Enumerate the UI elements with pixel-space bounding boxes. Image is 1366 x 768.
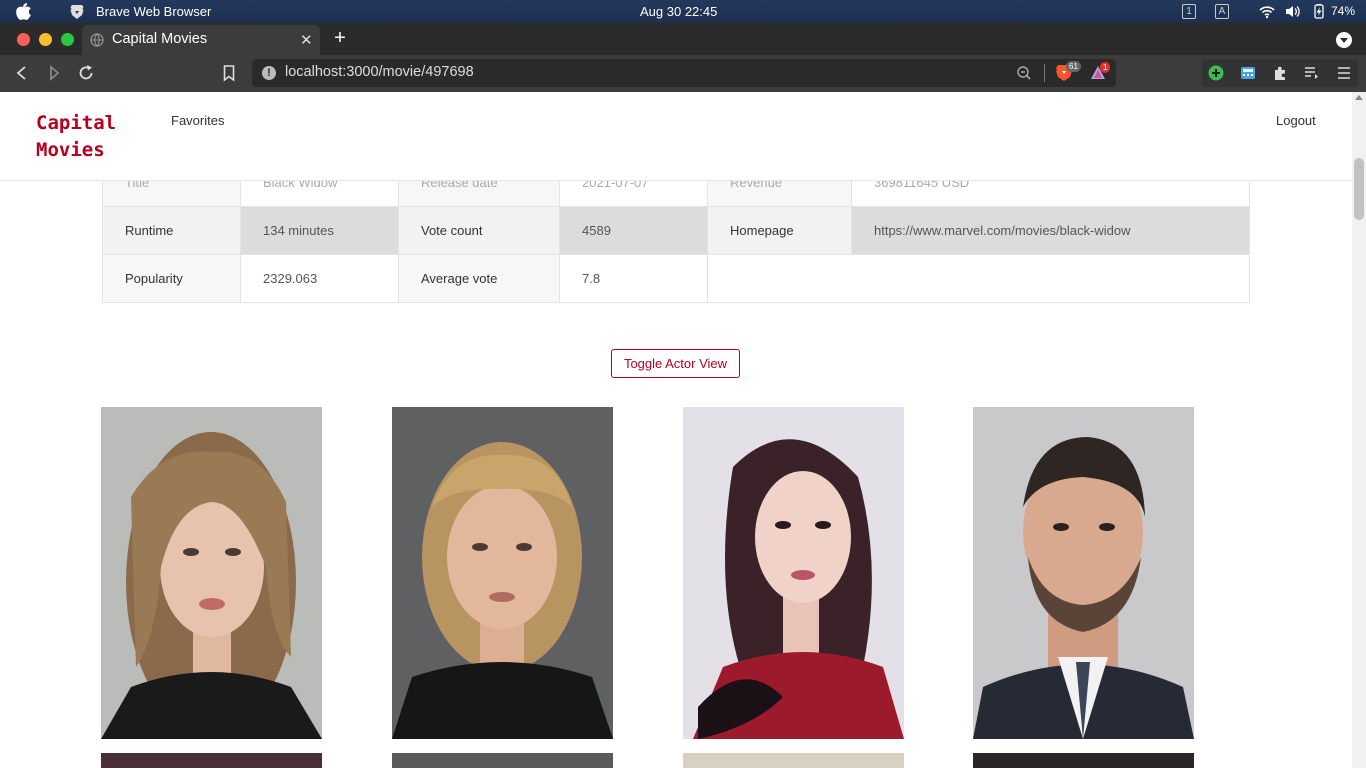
table-cell-label: Runtime bbox=[102, 206, 241, 255]
clock[interactable]: Aug 30 22:45 bbox=[640, 4, 717, 19]
actor-card-partial[interactable] bbox=[973, 753, 1194, 768]
actor-photo-icon bbox=[683, 407, 904, 739]
minimize-window-button[interactable] bbox=[39, 33, 52, 46]
os-menubar: Brave Web Browser Aug 30 22:45 1 A 74% bbox=[0, 0, 1366, 23]
homepage-link[interactable]: https://www.marvel.com/movies/black-wido… bbox=[851, 206, 1250, 255]
extensions-puzzle-icon[interactable] bbox=[1272, 65, 1288, 81]
brave-lion-icon bbox=[70, 5, 84, 19]
toggle-actor-view-button[interactable]: Toggle Actor View bbox=[611, 349, 740, 378]
battery-percent[interactable]: 74% bbox=[1331, 4, 1355, 18]
table-cell-value: 134 minutes bbox=[240, 206, 399, 255]
brand-line-2: Movies bbox=[36, 139, 105, 161]
forward-arrow-icon[interactable] bbox=[44, 63, 64, 83]
wifi-icon[interactable] bbox=[1259, 4, 1275, 19]
address-bar[interactable]: ! localhost:3000/movie/497698 61 1 bbox=[252, 59, 1116, 87]
bookmark-icon[interactable] bbox=[219, 63, 239, 83]
site-navbar: Capital Movies Favorites Logout bbox=[0, 92, 1352, 181]
tab-capital-movies[interactable]: Capital Movies ✕ bbox=[82, 25, 320, 55]
browser-menu-icon[interactable] bbox=[1336, 65, 1352, 81]
actor-card-partial[interactable] bbox=[683, 753, 904, 768]
actor-card-partial[interactable] bbox=[392, 753, 613, 768]
tab-search-chevron-icon[interactable] bbox=[1336, 32, 1352, 48]
globe-favicon-icon bbox=[90, 33, 104, 47]
back-arrow-icon[interactable] bbox=[12, 63, 32, 83]
table-row: Popularity 2329.063 Average vote 7.8 bbox=[102, 254, 1250, 303]
nav-link-logout[interactable]: Logout bbox=[1276, 113, 1316, 128]
close-window-button[interactable] bbox=[17, 33, 30, 46]
table-row: Runtime 134 minutes Vote count 4589 Home… bbox=[102, 206, 1250, 255]
extensions-area bbox=[1202, 59, 1358, 87]
table-cell-value: 4589 bbox=[559, 206, 708, 255]
table-cell-label: Average vote bbox=[398, 254, 560, 303]
actor-photo-icon bbox=[392, 407, 613, 739]
reload-icon[interactable] bbox=[76, 63, 96, 83]
table-cell-value: 2329.063 bbox=[240, 254, 399, 303]
shields-count-badge: 61 bbox=[1066, 61, 1081, 72]
battery-charging-icon[interactable] bbox=[1311, 4, 1327, 19]
new-tab-plus-icon[interactable]: + bbox=[330, 27, 350, 50]
brand-line-1: Capital bbox=[36, 112, 117, 134]
actor-card-partial[interactable] bbox=[101, 753, 322, 768]
address-bar-divider bbox=[1044, 64, 1045, 82]
web-page: Capital Movies Favorites Logout Title Bl… bbox=[0, 92, 1366, 768]
browser-tab-bar: Capital Movies ✕ + bbox=[0, 23, 1366, 55]
browser-toolbar: ! localhost:3000/movie/497698 61 1 bbox=[0, 55, 1366, 92]
table-cell-empty bbox=[851, 254, 1250, 303]
apple-logo-icon[interactable] bbox=[16, 3, 32, 20]
tab-title: Capital Movies bbox=[112, 31, 208, 47]
table-cell-empty bbox=[707, 254, 852, 303]
volume-icon[interactable] bbox=[1285, 4, 1301, 19]
site-brand-logo[interactable]: Capital Movies bbox=[36, 110, 146, 164]
zoom-window-button[interactable] bbox=[61, 33, 74, 46]
url-text[interactable]: localhost:3000/movie/497698 bbox=[285, 64, 474, 80]
calculator-extension-icon[interactable] bbox=[1240, 65, 1256, 81]
keyboard-indicator-1[interactable]: 1 bbox=[1182, 4, 1196, 19]
media-playlist-icon[interactable] bbox=[1304, 65, 1320, 81]
nav-link-favorites[interactable]: Favorites bbox=[171, 113, 224, 128]
actor-card[interactable] bbox=[683, 407, 904, 739]
active-app-name[interactable]: Brave Web Browser bbox=[96, 4, 211, 19]
table-cell-label: Popularity bbox=[102, 254, 241, 303]
table-cell-value: 7.8 bbox=[559, 254, 708, 303]
actor-card[interactable] bbox=[973, 407, 1194, 739]
site-info-icon[interactable]: ! bbox=[262, 66, 276, 80]
table-cell-label: Homepage bbox=[707, 206, 852, 255]
rewards-count-badge: 1 bbox=[1100, 62, 1111, 73]
actor-photo-icon bbox=[101, 407, 322, 739]
page-scrollbar-thumb[interactable] bbox=[1354, 158, 1364, 220]
scroll-up-arrow-icon[interactable] bbox=[1355, 95, 1363, 100]
input-source-indicator[interactable]: A bbox=[1215, 4, 1229, 19]
table-cell-label: Vote count bbox=[398, 206, 560, 255]
actor-card[interactable] bbox=[392, 407, 613, 739]
tab-close-icon[interactable]: ✕ bbox=[300, 31, 313, 49]
actor-card[interactable] bbox=[101, 407, 322, 739]
extension-plus-icon[interactable] bbox=[1208, 65, 1224, 81]
actor-photo-icon bbox=[973, 407, 1194, 739]
zoom-magnifier-icon[interactable] bbox=[1016, 65, 1032, 81]
